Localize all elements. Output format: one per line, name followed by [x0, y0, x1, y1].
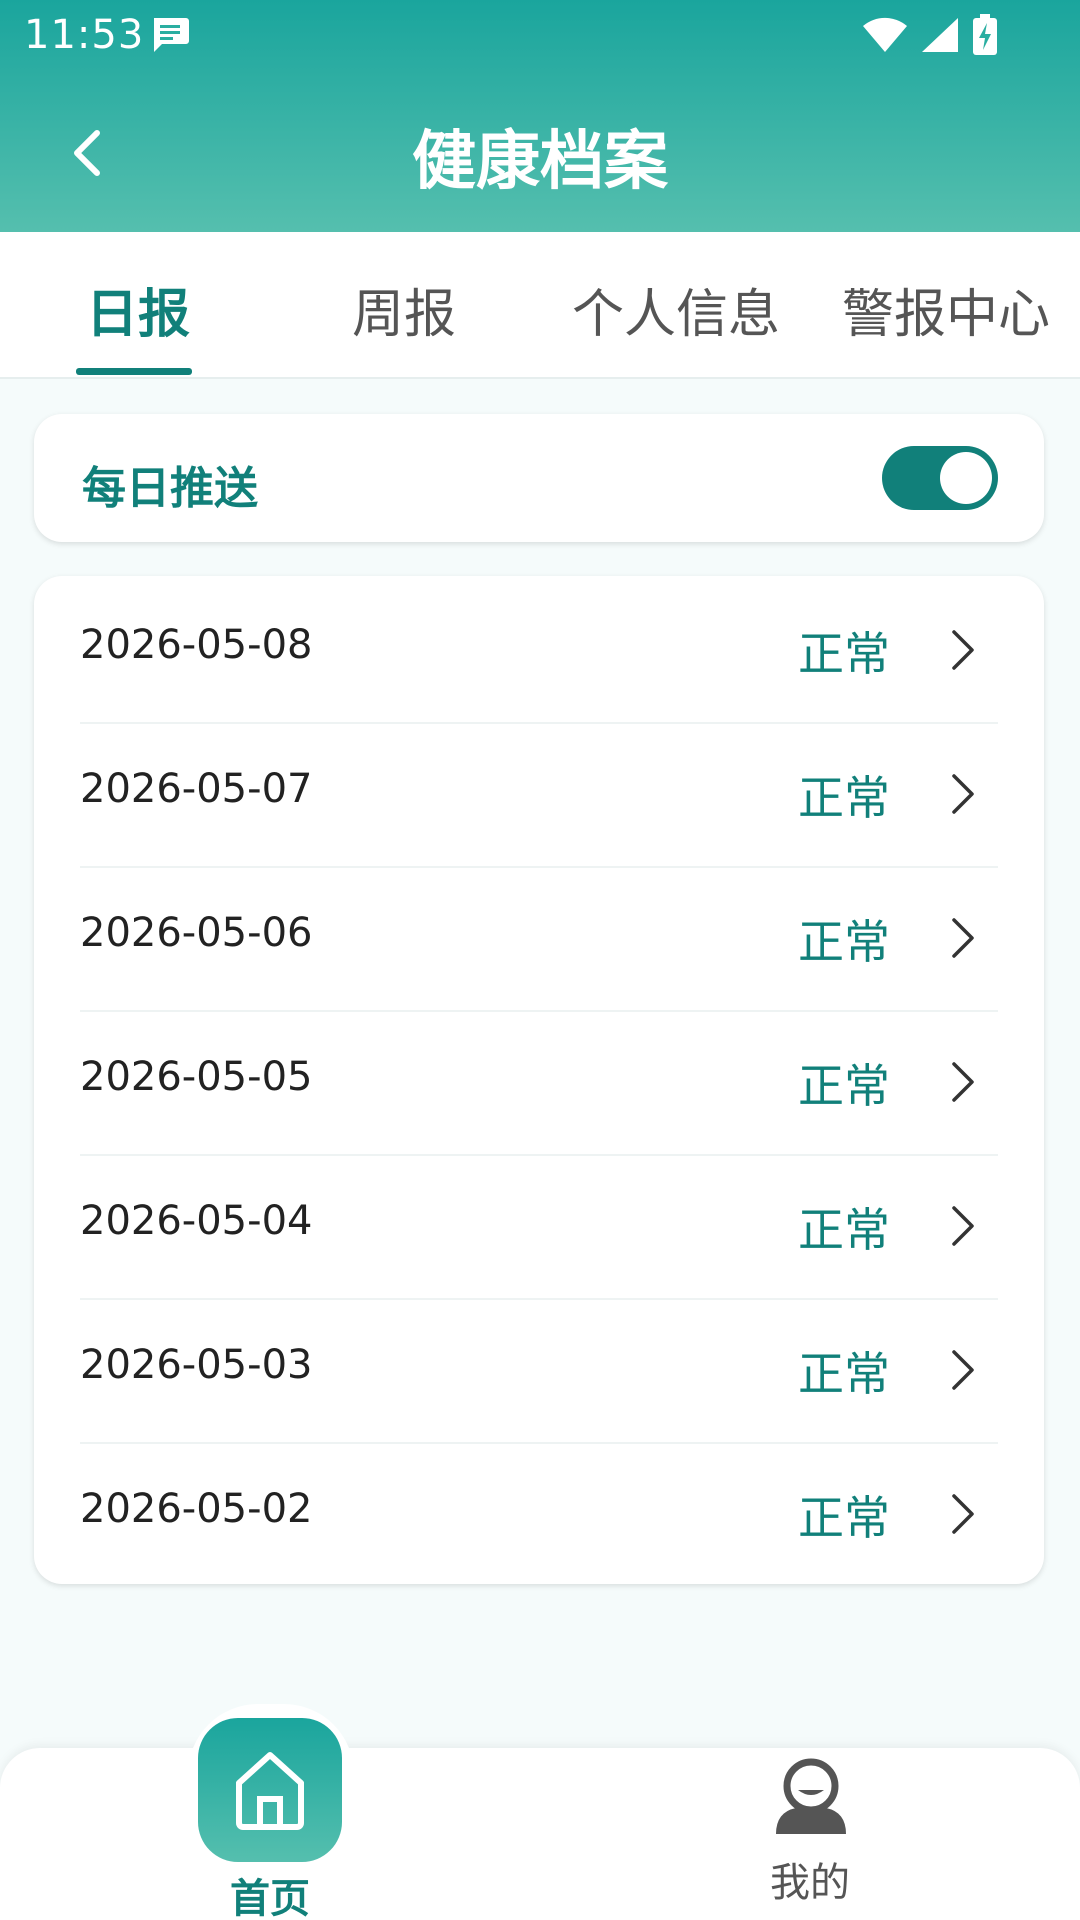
list-item[interactable]: 2026-05-05 正常 — [80, 1010, 998, 1156]
tab-active-indicator — [76, 368, 192, 375]
status-badge: 正常 — [798, 1203, 890, 1257]
list-item[interactable]: 2026-05-02 正常 — [80, 1442, 998, 1584]
list-item[interactable]: 2026-05-08 正常 — [80, 578, 998, 724]
nav-bar: 健康档案 — [0, 90, 1080, 216]
home-tab-button[interactable] — [198, 1718, 342, 1862]
report-date: 2026-05-08 — [80, 622, 313, 668]
status-bar: 11:53 — [0, 0, 1080, 72]
report-list: 2026-05-08 正常 2026-05-07 正常 2026-05-06 正… — [34, 576, 1044, 1584]
message-icon — [154, 18, 189, 52]
status-badge: 正常 — [798, 915, 890, 969]
header: 11:53 健康档案 — [0, 0, 1080, 232]
battery-charging-icon — [973, 14, 997, 55]
report-date: 2026-05-04 — [80, 1198, 313, 1244]
mine-tab[interactable]: 我的 — [740, 1754, 880, 1914]
home-icon — [236, 1752, 304, 1830]
signal-icon — [922, 18, 958, 52]
tab-alert-center[interactable]: 警报中心 — [842, 272, 1050, 347]
tab-bar: 日报 周报 个人信息 警报中心 — [0, 232, 1080, 379]
bottom-nav — [0, 1748, 1080, 1920]
report-date: 2026-05-07 — [80, 766, 313, 812]
daily-push-label: 每日推送 — [82, 463, 258, 514]
mine-tab-label: 我的 — [770, 1860, 850, 1906]
tab-personal-info[interactable]: 个人信息 — [572, 272, 780, 347]
daily-push-card: 每日推送 — [34, 414, 1044, 542]
list-item[interactable]: 2026-05-07 正常 — [80, 722, 998, 868]
page-title: 健康档案 — [412, 125, 668, 199]
report-date: 2026-05-06 — [80, 910, 313, 956]
list-item[interactable]: 2026-05-06 正常 — [80, 866, 998, 1012]
chevron-right-icon — [952, 918, 974, 958]
tab-weekly-report[interactable]: 周报 — [352, 272, 456, 347]
chevron-right-icon — [952, 1350, 974, 1390]
chevron-right-icon — [952, 774, 974, 814]
report-date: 2026-05-03 — [80, 1342, 313, 1388]
daily-push-toggle[interactable] — [882, 446, 998, 510]
list-item[interactable]: 2026-05-03 正常 — [80, 1298, 998, 1444]
home-tab-label[interactable]: 首页 — [190, 1866, 350, 1920]
status-badge: 正常 — [798, 1491, 890, 1545]
status-time: 11:53 — [24, 12, 145, 58]
wifi-icon — [863, 17, 907, 52]
chevron-right-icon — [952, 630, 974, 670]
status-badge: 正常 — [798, 1347, 890, 1401]
report-date: 2026-05-02 — [80, 1486, 313, 1532]
status-icons — [862, 14, 998, 56]
tab-daily-report[interactable]: 日报 — [86, 272, 190, 347]
list-item[interactable]: 2026-05-04 正常 — [80, 1154, 998, 1300]
chevron-right-icon — [952, 1062, 974, 1102]
report-date: 2026-05-05 — [80, 1054, 313, 1100]
status-badge: 正常 — [798, 627, 890, 681]
status-badge: 正常 — [798, 771, 890, 825]
status-badge: 正常 — [798, 1059, 890, 1113]
chevron-right-icon — [952, 1494, 974, 1534]
user-icon — [776, 1758, 846, 1834]
chevron-right-icon — [952, 1206, 974, 1246]
toggle-knob — [940, 452, 992, 504]
